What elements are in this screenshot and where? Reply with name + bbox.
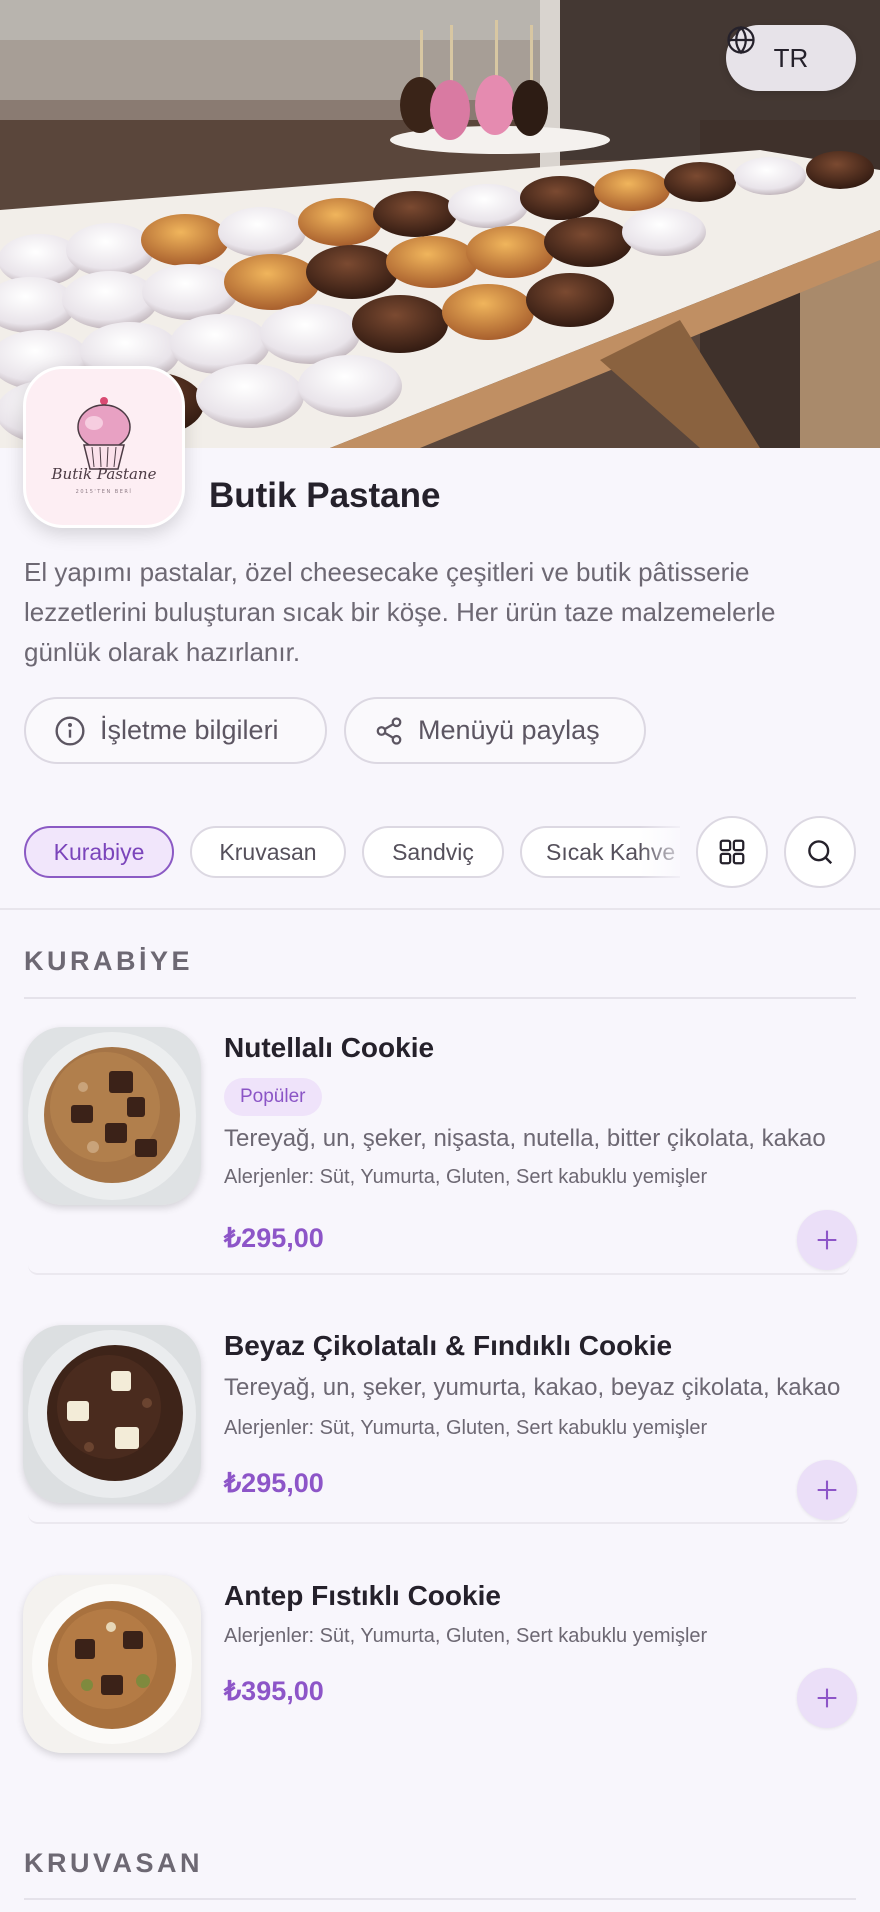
popular-badge: Popüler xyxy=(224,1078,322,1116)
product-allergens: Alerjenler: Süt, Yumurta, Gluten, Sert k… xyxy=(224,1625,708,1647)
product-card-antep-fistikli-cookie[interactable]: Antep Fıstıklı Cookie Alerjenler: Süt, Y… xyxy=(0,1575,880,1755)
category-chip-kruvasan[interactable]: Kruvasan xyxy=(190,826,346,878)
section-title-kurabiye: KURABİYE xyxy=(24,946,194,976)
product-image xyxy=(23,1575,201,1753)
product-separator xyxy=(28,1514,850,1524)
share-menu-button[interactable]: Menüyü paylaş xyxy=(344,697,646,764)
product-image xyxy=(23,1325,201,1503)
category-tabs: Kurabiye Kruvasan Sandviç Sıcak Kahve xyxy=(24,826,680,878)
product-allergens: Alerjenler: Süt, Yumurta, Gluten, Sert k… xyxy=(224,1417,708,1439)
section-rule xyxy=(24,1898,856,1900)
product-price: ₺295,00 xyxy=(224,1223,324,1253)
category-scroll-fade xyxy=(640,820,700,884)
logo-subtitle: 2015'TEN BERİ xyxy=(75,489,133,495)
business-info-button[interactable]: İşletme bilgileri xyxy=(24,697,327,764)
business-info-label: İşletme bilgileri xyxy=(100,715,279,745)
plus-icon xyxy=(817,1688,837,1708)
category-bar-divider xyxy=(0,908,880,910)
add-to-cart-button[interactable] xyxy=(797,1460,857,1520)
product-allergens: Alerjenler: Süt, Yumurta, Gluten, Sert k… xyxy=(224,1166,708,1188)
plus-icon xyxy=(817,1230,837,1250)
grid-view-button[interactable] xyxy=(696,816,768,888)
product-image xyxy=(23,1027,201,1205)
product-card-beyaz-cikolatali-findikli-cookie[interactable]: Beyaz Çikolatalı & Fındıklı Cookie Terey… xyxy=(0,1325,880,1565)
category-chip-kurabiye[interactable]: Kurabiye xyxy=(24,826,174,878)
language-label: TR xyxy=(773,42,809,73)
product-price: ₺395,00 xyxy=(224,1676,324,1706)
cupcake-icon xyxy=(77,397,131,470)
info-icon xyxy=(55,715,85,746)
product-name: Nutellalı Cookie xyxy=(224,1032,435,1063)
product-name: Antep Fıstıklı Cookie xyxy=(224,1580,501,1611)
search-button[interactable] xyxy=(784,816,856,888)
product-name: Beyaz Çikolatalı & Fındıklı Cookie xyxy=(224,1330,673,1361)
category-chip-sandvic[interactable]: Sandviç xyxy=(362,826,504,878)
globe-icon xyxy=(727,25,755,55)
product-separator xyxy=(28,1265,850,1275)
grid-icon xyxy=(719,839,745,865)
business-description: El yapımı pastalar, özel cheesecake çeşi… xyxy=(24,557,776,667)
section-rule xyxy=(24,997,856,999)
product-card-nutellali-cookie[interactable]: Nutellalı Cookie Popüler Tereyağ, un, şe… xyxy=(0,1027,880,1297)
share-menu-label: Menüyü paylaş xyxy=(418,715,600,745)
business-name: Butik Pastane xyxy=(209,476,441,515)
product-ingredients: Tereyağ, un, şeker, nişasta, nutella, bi… xyxy=(224,1125,826,1152)
add-to-cart-button[interactable] xyxy=(797,1668,857,1728)
language-button[interactable]: TR xyxy=(726,25,856,91)
product-ingredients: Tereyağ, un, şeker, yumurta, kakao, beya… xyxy=(224,1374,841,1401)
section-title-kruvasan: KRUVASAN xyxy=(24,1848,204,1878)
share-icon xyxy=(376,716,402,745)
plus-icon xyxy=(817,1480,837,1500)
logo-script-text: Butik Pastane xyxy=(51,465,157,483)
add-to-cart-button[interactable] xyxy=(797,1210,857,1270)
product-price: ₺295,00 xyxy=(224,1468,324,1498)
business-logo: Butik Pastane 2015'TEN BERİ xyxy=(23,366,185,528)
search-icon xyxy=(808,840,833,865)
